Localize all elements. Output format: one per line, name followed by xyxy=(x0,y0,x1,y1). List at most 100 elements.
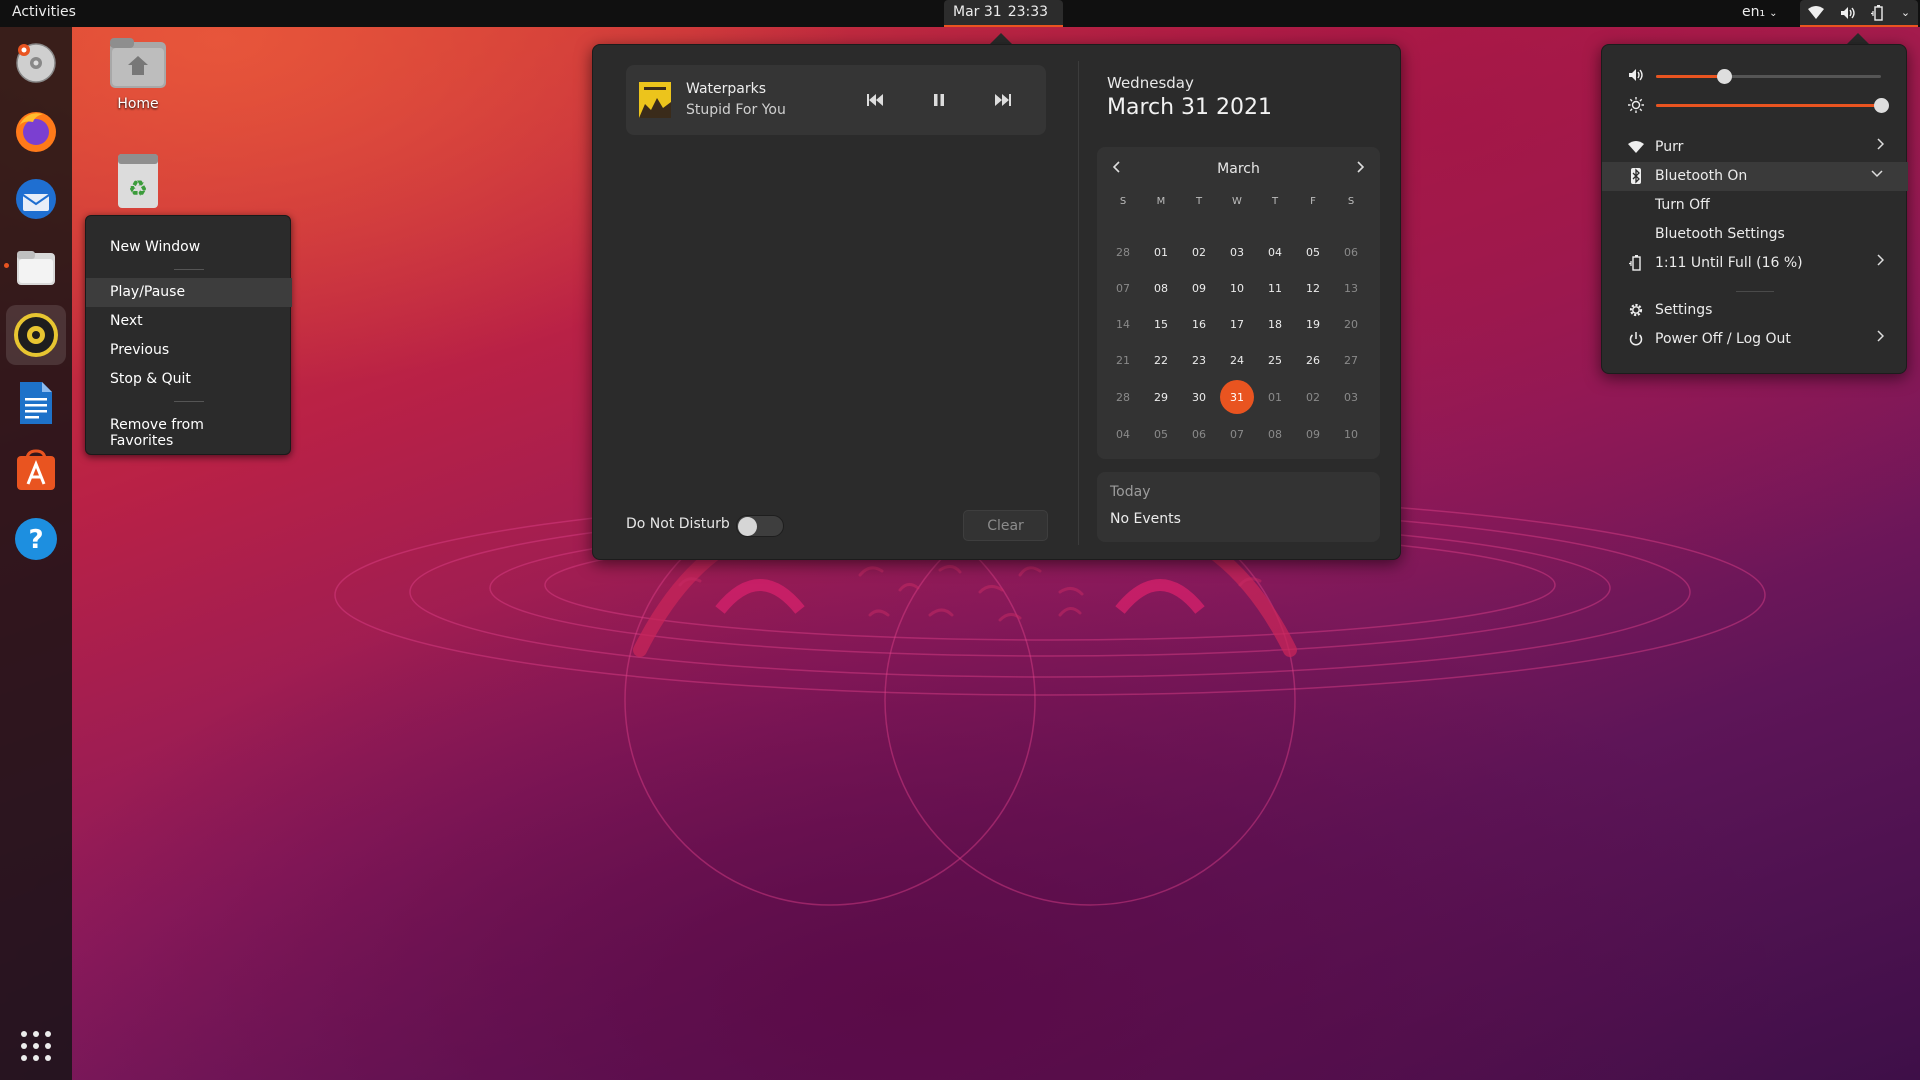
calendar-day[interactable]: 20 xyxy=(1334,307,1368,341)
previous-track-button[interactable] xyxy=(864,90,886,110)
calendar-day[interactable]: 19 xyxy=(1296,307,1330,341)
activities-button[interactable]: Activities xyxy=(12,4,76,20)
clear-notifications-button[interactable]: Clear xyxy=(963,510,1048,541)
calendar-day[interactable]: 23 xyxy=(1182,343,1216,377)
calendar-day[interactable]: 28 xyxy=(1106,380,1140,414)
software-store-icon xyxy=(17,449,55,490)
calendar-day[interactable]: 17 xyxy=(1220,307,1254,341)
menu-separator xyxy=(174,269,204,270)
calendar-day[interactable]: 14 xyxy=(1106,307,1140,341)
calendar-full-date: March 31 2021 xyxy=(1107,95,1273,120)
calendar-day-header: W xyxy=(1232,196,1242,207)
menu-separator xyxy=(1736,291,1774,292)
firefox-icon xyxy=(16,112,56,152)
brightness-icon xyxy=(1628,97,1644,117)
brightness-slider[interactable] xyxy=(1602,91,1908,119)
calendar-day[interactable]: 10 xyxy=(1220,271,1254,305)
calendar-day[interactable]: 03 xyxy=(1334,380,1368,414)
bluetooth-label: Bluetooth On xyxy=(1655,168,1748,184)
calendar-day[interactable]: 08 xyxy=(1144,271,1178,305)
calendar-day-today[interactable]: 31 xyxy=(1220,380,1254,414)
chevron-right-icon xyxy=(1876,137,1885,155)
language-selector[interactable]: en₁ ⌄ xyxy=(1742,4,1778,20)
media-artist: Waterparks xyxy=(686,81,767,97)
menu-item-new-window[interactable]: New Window xyxy=(86,233,292,262)
desktop-trash[interactable]: ♻ xyxy=(90,150,186,210)
home-folder-icon xyxy=(110,38,166,88)
next-track-button[interactable] xyxy=(992,90,1014,110)
calendar-day[interactable]: 13 xyxy=(1334,271,1368,305)
dock-item-rhythmbox[interactable] xyxy=(6,305,66,365)
clock-button[interactable]: Mar 31 23:33 xyxy=(944,0,1064,27)
calendar-day[interactable]: 06 xyxy=(1182,417,1216,451)
calendar-day[interactable]: 07 xyxy=(1106,271,1140,305)
settings-menu-item[interactable]: Settings xyxy=(1602,296,1908,325)
wifi-menu-item[interactable]: Purr xyxy=(1602,133,1908,162)
calendar-day[interactable]: 02 xyxy=(1296,380,1330,414)
battery-menu-item[interactable]: 1:11 Until Full (16 %) xyxy=(1602,249,1908,278)
calendar-day[interactable]: 08 xyxy=(1258,417,1292,451)
calendar-day[interactable]: 01 xyxy=(1258,380,1292,414)
dock-item-dvd[interactable] xyxy=(6,33,66,93)
pause-button[interactable] xyxy=(928,90,950,110)
brightness-handle[interactable] xyxy=(1874,98,1889,113)
dock-item-firefox[interactable] xyxy=(6,101,66,161)
calendar-day[interactable]: 29 xyxy=(1144,380,1178,414)
dock-item-ubuntu-software[interactable] xyxy=(6,441,66,501)
dock-item-files[interactable] xyxy=(6,237,66,297)
calendar-day[interactable]: 11 xyxy=(1258,271,1292,305)
show-applications-button[interactable] xyxy=(20,1030,52,1066)
calendar-day[interactable]: 09 xyxy=(1296,417,1330,451)
calendar-day[interactable]: 30 xyxy=(1182,380,1216,414)
calendar-day-header: S xyxy=(1347,196,1355,207)
svg-text:♻: ♻ xyxy=(128,177,148,202)
volume-slider[interactable] xyxy=(1602,62,1908,90)
calendar-day[interactable]: 16 xyxy=(1182,307,1216,341)
calendar-day[interactable]: 28 xyxy=(1106,235,1140,269)
bluetooth-menu-item[interactable]: Bluetooth On xyxy=(1602,162,1908,191)
calendar-day[interactable]: 26 xyxy=(1296,343,1330,377)
calendar-day[interactable]: 10 xyxy=(1334,417,1368,451)
calendar-day[interactable]: 04 xyxy=(1258,235,1292,269)
calendar-day[interactable]: 27 xyxy=(1334,343,1368,377)
calendar-day[interactable]: 03 xyxy=(1220,235,1254,269)
next-month-button[interactable] xyxy=(1348,155,1372,179)
calendar-day[interactable]: 18 xyxy=(1258,307,1292,341)
menu-item-remove-favorites[interactable]: Remove from Favorites xyxy=(86,411,292,449)
calendar-popover: Waterparks Stupid For You Do Not Disturb… xyxy=(592,44,1401,560)
calendar-day[interactable]: 22 xyxy=(1144,343,1178,377)
dnd-toggle[interactable] xyxy=(736,515,784,537)
calendar-day[interactable]: 01 xyxy=(1144,235,1178,269)
menu-item-play-pause[interactable]: Play/Pause xyxy=(86,278,292,307)
volume-handle[interactable] xyxy=(1716,69,1732,84)
calendar-day[interactable]: 04 xyxy=(1106,417,1140,451)
dock-item-thunderbird[interactable] xyxy=(6,169,66,229)
calendar-day[interactable]: 09 xyxy=(1182,271,1216,305)
calendar-day[interactable]: 05 xyxy=(1144,417,1178,451)
bluetooth-settings[interactable]: Bluetooth Settings xyxy=(1602,220,1908,249)
calendar-day[interactable]: 21 xyxy=(1106,343,1140,377)
events-section[interactable]: Today No Events xyxy=(1097,472,1380,542)
bluetooth-turn-off[interactable]: Turn Off xyxy=(1602,191,1908,220)
gear-icon xyxy=(1628,302,1644,318)
menu-item-previous[interactable]: Previous xyxy=(86,336,292,365)
calendar-day[interactable]: 02 xyxy=(1182,235,1216,269)
calendar-day[interactable]: 15 xyxy=(1144,307,1178,341)
power-menu-item[interactable]: Power Off / Log Out xyxy=(1602,325,1908,354)
chevron-down-icon xyxy=(1870,166,1884,184)
dock-item-help[interactable]: ? xyxy=(6,509,66,569)
calendar-day[interactable]: 25 xyxy=(1258,343,1292,377)
menu-item-stop-quit[interactable]: Stop & Quit xyxy=(86,365,292,394)
calendar-day-header: T xyxy=(1271,196,1279,207)
dock-item-writer[interactable] xyxy=(6,373,66,433)
calendar-day[interactable]: 24 xyxy=(1220,343,1254,377)
calendar-day[interactable]: 12 xyxy=(1296,271,1330,305)
power-label: Power Off / Log Out xyxy=(1655,331,1791,347)
menu-item-next[interactable]: Next xyxy=(86,307,292,336)
desktop-home[interactable]: Home xyxy=(90,36,186,112)
writer-icon xyxy=(20,382,52,424)
calendar-day[interactable]: 07 xyxy=(1220,417,1254,451)
system-menu-button[interactable]: ⌄ xyxy=(1800,0,1918,27)
calendar-day[interactable]: 06 xyxy=(1334,235,1368,269)
calendar-day[interactable]: 05 xyxy=(1296,235,1330,269)
